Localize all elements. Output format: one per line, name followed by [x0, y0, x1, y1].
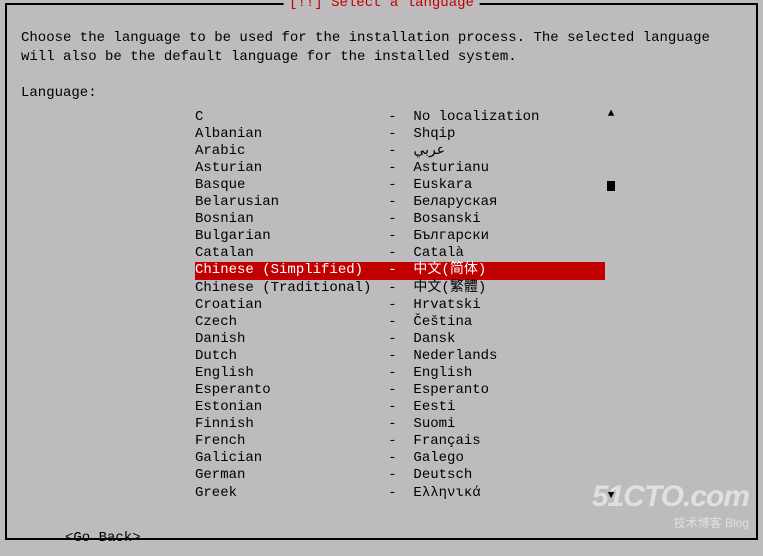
language-option[interactable]: Bosnian - Bosanski [195, 211, 605, 228]
language-option[interactable]: Czech - Čeština [195, 314, 605, 331]
scroll-down-icon[interactable]: ▼ [607, 491, 615, 502]
language-label: Language: [21, 85, 742, 101]
language-dialog: [!!] Select a language Choose the langua… [5, 3, 758, 540]
language-option[interactable]: Greek - Ελληνικά [195, 485, 605, 502]
language-option[interactable]: Catalan - Català [195, 245, 605, 262]
language-option[interactable]: Chinese (Traditional) - 中文(繁體) [195, 280, 605, 297]
scrollbar[interactable]: ▲ ▼ [607, 109, 615, 502]
language-option[interactable]: Croatian - Hrvatski [195, 297, 605, 314]
language-option[interactable]: Estonian - Eesti [195, 399, 605, 416]
language-list-container: C - No localizationAlbanian - ShqipArabi… [195, 109, 605, 502]
language-option[interactable]: French - Français [195, 433, 605, 450]
language-option[interactable]: English - English [195, 365, 605, 382]
language-option[interactable]: Finnish - Suomi [195, 416, 605, 433]
language-option[interactable]: Danish - Dansk [195, 331, 605, 348]
language-option[interactable]: Bulgarian - Български [195, 228, 605, 245]
language-option[interactable]: Galician - Galego [195, 450, 605, 467]
language-option[interactable]: Esperanto - Esperanto [195, 382, 605, 399]
language-option[interactable]: Albanian - Shqip [195, 126, 605, 143]
language-option[interactable]: Asturian - Asturianu [195, 160, 605, 177]
scroll-up-icon[interactable]: ▲ [607, 109, 615, 120]
language-option[interactable]: German - Deutsch [195, 467, 605, 484]
dialog-content: Choose the language to be used for the i… [7, 5, 756, 556]
language-option[interactable]: Belarusian - Беларуская [195, 194, 605, 211]
language-option[interactable]: Arabic - عربي [195, 143, 605, 160]
go-back-button[interactable]: <Go Back> [65, 530, 141, 546]
language-option[interactable]: Chinese (Simplified) - 中文(简体) [195, 262, 605, 279]
dialog-title: [!!] Select a language [283, 0, 480, 11]
language-list[interactable]: C - No localizationAlbanian - ShqipArabi… [195, 109, 605, 502]
instruction-text: Choose the language to be used for the i… [21, 29, 742, 67]
language-option[interactable]: Basque - Euskara [195, 177, 605, 194]
language-option[interactable]: Dutch - Nederlands [195, 348, 605, 365]
scroll-thumb[interactable] [607, 181, 615, 191]
language-option[interactable]: C - No localization [195, 109, 605, 126]
